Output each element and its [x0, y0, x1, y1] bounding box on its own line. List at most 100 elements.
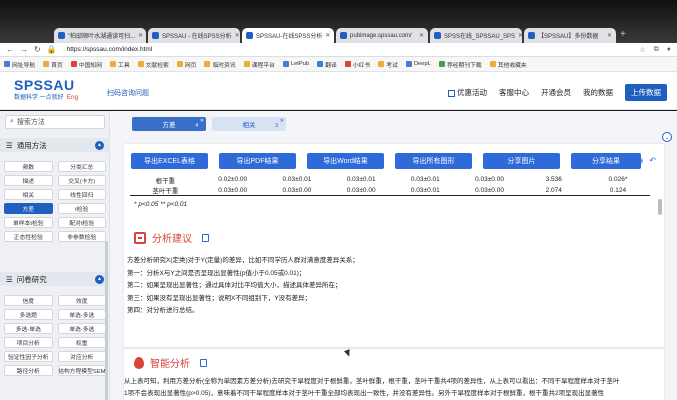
significance-note: * p<0.05 ** p<0.01 [134, 201, 188, 208]
back-arrow-icon[interactable]: ← [6, 45, 14, 54]
tab-anova[interactable]: 方差 4 ✕ [132, 117, 206, 131]
anova-table: 根干重 0.02±0.00 0.03±0.01 0.03±0.01 0.03±0… [130, 174, 650, 196]
close-tab-icon[interactable]: ✕ [200, 118, 204, 124]
section-questionnaire[interactable]: ☰ 问卷研究 ▲ [0, 272, 110, 286]
bookmark-folder[interactable]: 文献检索 [137, 60, 169, 69]
export-all-figures-button[interactable]: 导出所有图形 [395, 153, 472, 169]
method-multiple-choice[interactable]: 多选题 [4, 309, 53, 320]
table-cell: 0.03±0.00 [475, 176, 504, 183]
method-multi-single[interactable]: 多选-单选 [4, 323, 53, 334]
browser-tab[interactable]: pubimage.spssau.com/ ✕ [336, 28, 428, 43]
bookmark-item[interactable]: 翻译 [317, 60, 337, 69]
language-switch[interactable]: Eng [67, 94, 79, 101]
membership-link[interactable]: 开通会员 [541, 87, 571, 98]
method-item-analysis[interactable]: 项目分析 [4, 337, 53, 348]
close-tab-icon[interactable]: ✕ [235, 32, 240, 39]
bookmark-folder[interactable]: 其他收藏夹 [489, 60, 527, 69]
method-frequency[interactable]: 频数 [4, 161, 53, 172]
table-scrollbar[interactable] [658, 199, 662, 215]
promo-link[interactable]: 优惠活动 [448, 87, 487, 98]
close-tab-icon[interactable]: ✕ [607, 32, 612, 39]
bookmark-folder[interactable]: 考试 [378, 60, 398, 69]
export-excel-button[interactable]: 导出EXCEL表格 [131, 153, 208, 169]
bookmark-item[interactable]: 荐经期刊下载 [438, 60, 482, 69]
bookmark-folder[interactable]: 课程平台 [243, 60, 275, 69]
method-search-input[interactable]: ⌕ 搜索方法 [5, 115, 105, 129]
method-cfa[interactable]: 验证性因子分析 [4, 351, 53, 362]
method-weight[interactable]: 权重 [57, 337, 106, 348]
close-tab-icon[interactable]: ✕ [419, 32, 424, 39]
chevron-down-icon[interactable]: ⌄ [662, 132, 672, 142]
method-one-sample-t-test[interactable]: 单样本t检验 [4, 217, 53, 228]
method-t-test[interactable]: t检验 [57, 203, 106, 214]
star-icon[interactable]: ☆ [639, 46, 645, 54]
tab-correlation[interactable]: 相关 3 ✕ [212, 117, 286, 131]
chevron-up-icon[interactable]: ▲ [95, 274, 104, 284]
method-path-analysis[interactable]: 路径分析 [4, 365, 53, 376]
method-crosstab[interactable]: 交叉(卡方) [57, 175, 106, 186]
spssau-logo[interactable]: SPSSAU [14, 77, 75, 93]
bookmark-item[interactable]: 中国知网 [70, 60, 102, 69]
table-cell: 0.03±0.01 [346, 176, 376, 183]
reload-icon[interactable]: ↻ [34, 45, 41, 54]
method-summary[interactable]: 分类汇总 [57, 161, 106, 172]
export-pdf-button[interactable]: 导出PDF结果 [219, 153, 296, 169]
bookmark-item[interactable]: DeepL [405, 61, 431, 67]
method-reliability[interactable]: 信度 [4, 295, 53, 306]
browser-tab[interactable]: SPSSAU - 在线SPSS分析 ✕ [148, 28, 240, 43]
bookmark-folder[interactable]: 工具 [110, 60, 130, 69]
browser-tab[interactable]: "柏邸顺叶水湖通读可扫... ✕ [54, 28, 146, 43]
method-paired-t-test[interactable]: 配对t检验 [57, 217, 106, 228]
method-nonparametric-test[interactable]: 非参数检验 [57, 231, 106, 242]
list-icon: ☰ [6, 274, 13, 284]
bookmark-item[interactable]: 小红书 [344, 60, 370, 69]
main-content: 方差 4 ✕ 相关 3 ✕ ⌄ 导出EXCEL表格 导出PDF结果 导出Word… [110, 111, 677, 400]
bookmark-item[interactable]: 网址导航 [4, 60, 35, 69]
close-tab-icon[interactable]: ✕ [280, 118, 284, 124]
method-sem[interactable]: 结构方程模型SEM [57, 365, 106, 376]
chevron-up-icon[interactable]: ▲ [95, 140, 104, 150]
close-tab-icon[interactable]: ✕ [325, 32, 330, 39]
my-data-link[interactable]: 我的数据 [583, 87, 613, 98]
copy-icon[interactable] [200, 358, 207, 367]
lock-icon[interactable]: 🔒 [47, 45, 57, 54]
browser-tab-active[interactable]: SPSSAU-在线SPSS分析 ✕ [242, 28, 334, 43]
sidebar-scrollbar[interactable] [105, 241, 108, 400]
method-anova[interactable]: 方差 [4, 203, 53, 214]
close-tab-icon[interactable]: ✕ [138, 32, 143, 39]
upload-data-button[interactable]: 上传数据 [625, 84, 667, 101]
bookmark-icon [344, 61, 351, 67]
method-correlation[interactable]: 相关 [4, 189, 53, 200]
location-icon[interactable]: ◉ [636, 156, 643, 165]
service-center-link[interactable]: 客服中心 [499, 87, 529, 98]
method-normality-test[interactable]: 正态性检验 [4, 231, 53, 242]
promo-icon [448, 89, 455, 97]
scan-consult-link[interactable]: 扫码咨询问题 [107, 88, 149, 98]
method-descriptive[interactable]: 描述 [4, 175, 53, 186]
bookmark-folder[interactable]: 网页 [176, 60, 196, 69]
close-tab-icon[interactable]: ✕ [518, 32, 522, 39]
export-word-button[interactable]: 导出Word结果 [307, 153, 384, 169]
bookmark-folder[interactable]: 临时资讯 [204, 60, 236, 69]
profile-icon[interactable]: ● [667, 46, 671, 54]
copy-icon[interactable] [202, 233, 209, 242]
browser-tab[interactable]: 【SPSSAU】多份数据 ✕ [524, 28, 616, 43]
bookmark-icon [438, 61, 445, 67]
extensions-icon[interactable]: ⧉ [654, 46, 659, 54]
browser-tab[interactable]: SPSS在线_SPSSAU_SPS ✕ [430, 28, 522, 43]
bookmark-item[interactable]: 首页 [43, 60, 63, 69]
method-single-multi[interactable]: 单选-多选 [57, 309, 106, 320]
url-field[interactable]: https://spssau.com/index.html [67, 46, 153, 53]
share-image-button[interactable]: 分享图片 [483, 153, 560, 169]
new-tab-button[interactable]: + [620, 29, 626, 40]
method-linear-regression[interactable]: 线性回归 [57, 189, 106, 200]
method-correspondence[interactable]: 对应分析 [57, 351, 106, 362]
document-icon[interactable]: ▤ [623, 156, 631, 165]
section-general-methods[interactable]: ☰ 通用方法 ▲ [0, 138, 110, 152]
bookmark-item[interactable]: LetPub [282, 61, 309, 67]
method-validity[interactable]: 效度 [57, 295, 106, 306]
forward-arrow-icon[interactable]: → [20, 45, 28, 54]
undo-icon[interactable]: ↶ [649, 156, 656, 165]
method-single-multi-2[interactable]: 单选-多选 [57, 323, 106, 334]
tab-favicon-icon [246, 32, 253, 39]
